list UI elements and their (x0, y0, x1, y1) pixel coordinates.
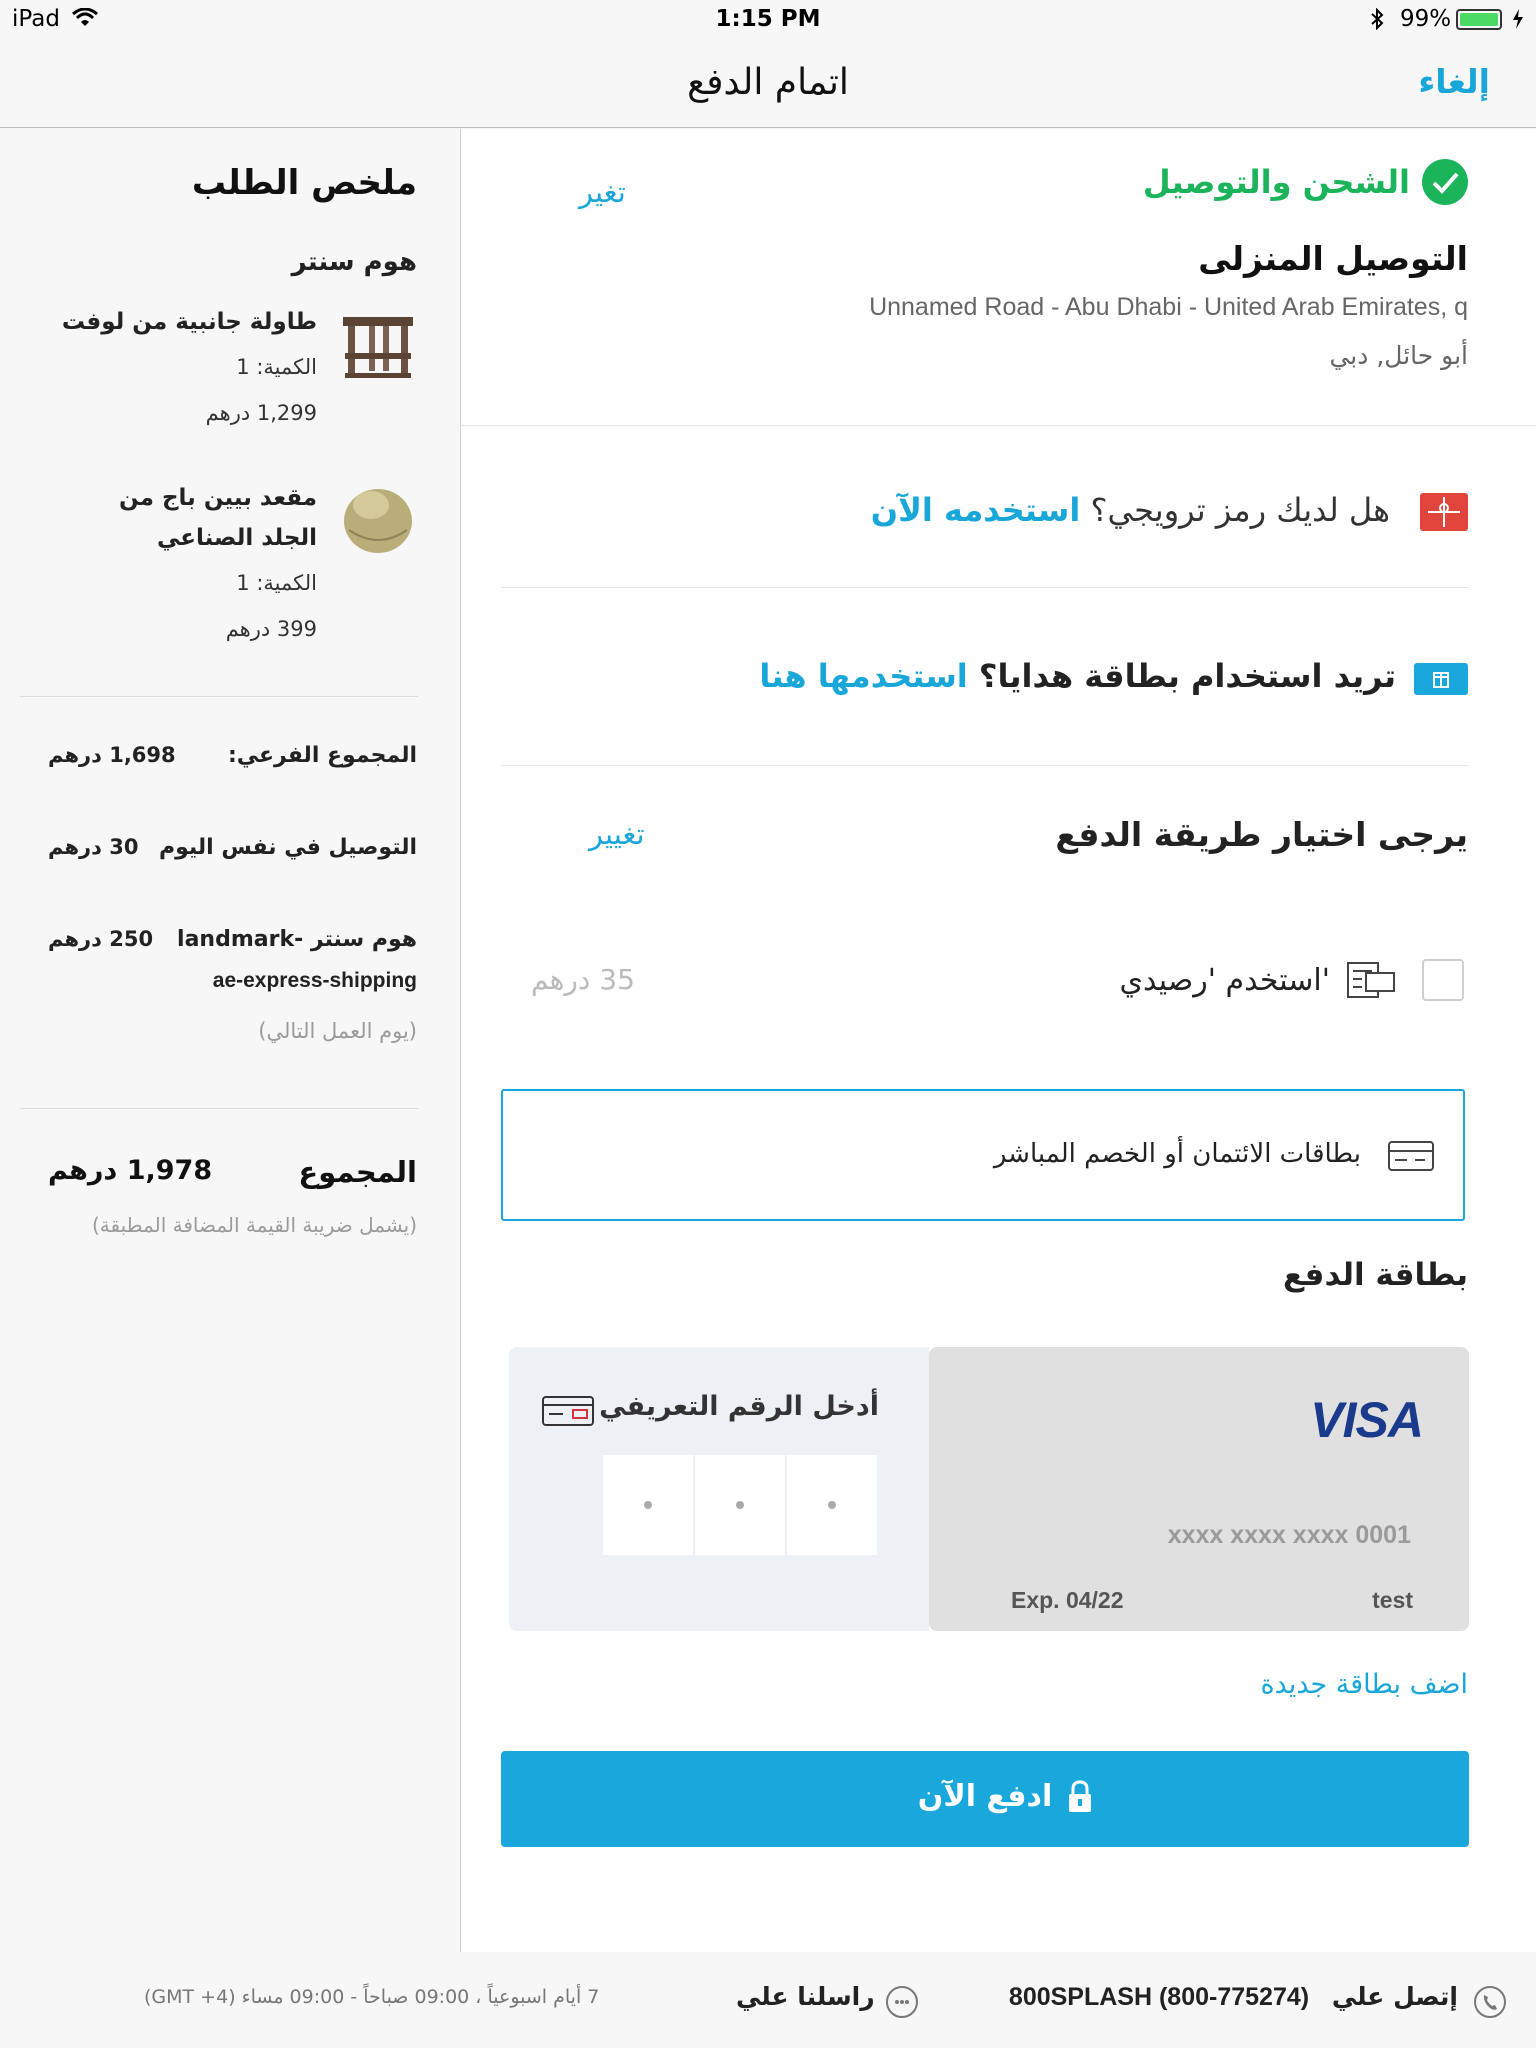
battery-percent: 99% (1400, 6, 1452, 32)
page-title: اتمام الدفع (687, 62, 849, 103)
express-label-line-2: ae-express-shipping (212, 969, 417, 992)
store-name: هوم سنتر (291, 247, 417, 277)
bean-bag-image (339, 475, 417, 557)
total-label: المجموع (298, 1155, 417, 1189)
order-summary-sidebar: ملخص الطلب هوم سنتر طاولة جانبية من لوفت… (0, 129, 459, 1952)
cancel-button[interactable]: إلغاء (1418, 62, 1490, 101)
add-new-card-link[interactable]: اضف بطاقة جديدة (1260, 1669, 1468, 1700)
item-2-name-line-1: مقعد بيين باج من (119, 485, 317, 511)
chat-icon (886, 1986, 918, 2018)
chat-label[interactable]: راسلنا علي (736, 1982, 875, 2011)
divider (20, 1108, 418, 1109)
card-number: xxxx xxxx xxxx 0001 (1167, 1521, 1411, 1549)
use-credit-label: 'استخدم 'رصيدي (1119, 963, 1330, 998)
divider (20, 696, 418, 697)
side-table-image (339, 305, 417, 383)
pay-now-label: ادفع الآن (917, 1779, 1053, 1814)
shipping-section-title: الشحن والتوصيل (1142, 163, 1410, 201)
order-summary-title: ملخص الطلب (191, 163, 417, 203)
divider (501, 587, 1469, 588)
cvv-digit-2[interactable] (695, 1455, 785, 1555)
express-value: 250 درهم (48, 927, 154, 951)
pay-now-button[interactable]: ادفع الآن (501, 1751, 1469, 1847)
card-holder: test (1372, 1587, 1413, 1613)
credit-amount: 35 درهم (531, 963, 635, 996)
call-number[interactable]: 800SPLASH (800-775274) (1009, 1983, 1309, 2011)
divider (461, 425, 1536, 426)
same-day-value: 30 درهم (48, 835, 139, 859)
delivery-address: Unnamed Road - Abu Dhabi - United Arab E… (869, 293, 1468, 321)
credit-card-icon (1387, 1139, 1435, 1173)
checkout-panel: الشحن والتوصيل تغير التوصيل المنزلى Unna… (460, 129, 1536, 1952)
cvv-card-icon (541, 1395, 595, 1427)
subtotal-value: 1,698 درهم (48, 743, 176, 767)
cvv-digit-1[interactable] (603, 1455, 693, 1555)
payment-change-link[interactable]: تغيير (589, 817, 645, 851)
cvv-panel: أدخل الرقم التعريفي (509, 1347, 929, 1631)
navigation-bar: اتمام الدفع إلغاء (0, 40, 1536, 128)
item-2-qty: الكمية: 1 (236, 571, 317, 595)
battery-icon (1456, 9, 1502, 30)
delivery-area: أبو حائل, دبي (1329, 341, 1468, 370)
giftcard-question: تريد استخدام بطاقة هدايا؟ (978, 657, 1396, 695)
saved-card[interactable]: VISA xxxx xxxx xxxx 0001 Exp. 04/22 test (929, 1347, 1469, 1631)
visa-logo: VISA (1310, 1392, 1424, 1448)
credit-card-option-label: بطاقات الائتمان أو الخصم المباشر (993, 1139, 1361, 1169)
subtotal-label: المجموع الفرعي: (227, 743, 417, 768)
total-value: 1,978 درهم (48, 1155, 213, 1186)
item-1-price: 1,299 درهم (205, 401, 317, 425)
promo-use-now-link[interactable]: استخدمه الآن (871, 491, 1081, 529)
express-note: (يوم العمل التالي) (258, 1019, 417, 1043)
payment-card-title: بطاقة الدفع (1282, 1257, 1468, 1293)
clock: 1:15 PM (715, 6, 821, 32)
bluetooth-icon (1371, 8, 1384, 30)
payment-section-title: يرجى اختيار طريقة الدفع (1055, 815, 1468, 854)
vat-note: (يشمل ضريبة القيمة المضافة المطبقة) (91, 1213, 417, 1237)
cvv-label: أدخل الرقم التعريفي (599, 1391, 879, 1422)
check-circle-icon (1422, 159, 1468, 205)
express-label-line-1: هوم سنتر -landmark (177, 927, 417, 952)
use-credit-checkbox[interactable] (1422, 959, 1464, 1001)
promo-ticket-icon (1420, 493, 1468, 531)
phone-icon (1474, 1986, 1506, 2018)
giftcard-row[interactable]: تريد استخدام بطاقة هدايا؟ استخدمها هنا (759, 657, 1396, 695)
item-1-qty: الكمية: 1 (236, 355, 317, 379)
giftcard-use-link[interactable]: استخدمها هنا (759, 657, 967, 695)
cvv-digit-3[interactable] (787, 1455, 877, 1555)
card-expiry: Exp. 04/22 (1011, 1587, 1124, 1613)
credit-card-option[interactable]: بطاقات الائتمان أو الخصم المباشر (501, 1089, 1465, 1221)
contact-footer: إتصل علي 800SPLASH (800-775274) راسلنا ع… (0, 1952, 1536, 2048)
gift-icon (1414, 663, 1468, 695)
same-day-label: التوصيل في نفس اليوم (159, 835, 417, 860)
call-row[interactable]: إتصل علي 800SPLASH (800-775274) (1009, 1982, 1458, 2012)
promo-question: هل لديك رمز ترويجي؟ (1090, 491, 1390, 529)
item-1-name: طاولة جانبية من لوفت (61, 309, 317, 335)
item-2-name-line-2: الجلد الصناعي (157, 525, 317, 551)
divider (501, 765, 1469, 766)
status-bar: iPad 1:15 PM 99% (0, 0, 1536, 40)
wallet-icon (1344, 959, 1400, 1001)
delivery-method: التوصيل المنزلى (1198, 239, 1468, 278)
call-label: إتصل علي (1331, 1982, 1458, 2011)
shipping-change-link[interactable]: تغير (579, 175, 626, 209)
item-2-price: 399 درهم (225, 617, 317, 641)
support-hours: 7 أيام اسبوعياً ، 09:00 صباحاً - 09:00 م… (144, 1986, 600, 2008)
lock-icon (1069, 1780, 1091, 1812)
promo-row[interactable]: هل لديك رمز ترويجي؟ استخدمه الآن (871, 491, 1390, 529)
charging-icon (1513, 9, 1523, 29)
